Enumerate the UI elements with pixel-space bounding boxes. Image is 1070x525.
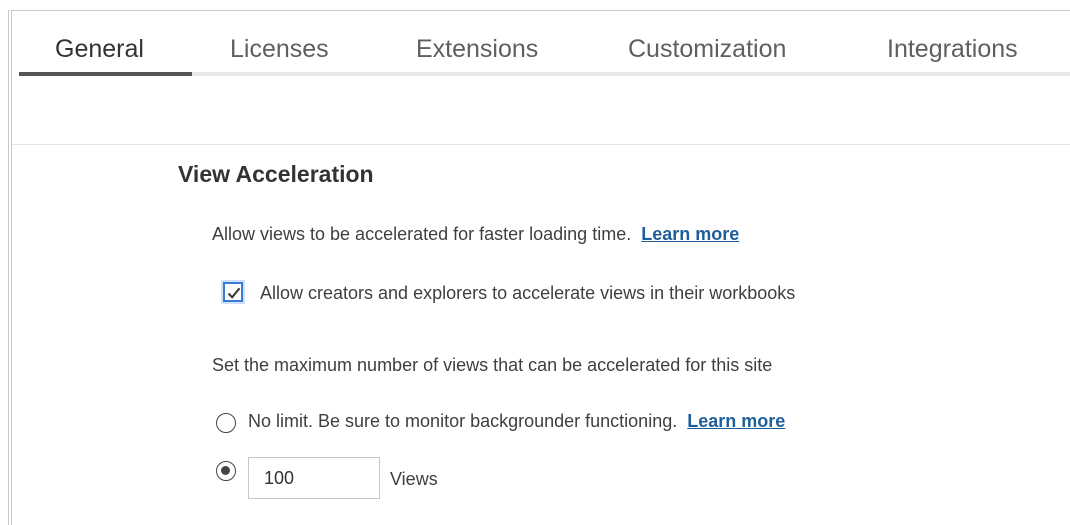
limit-radio[interactable] [216,461,236,481]
tab-extensions[interactable]: Extensions [416,30,538,68]
tab-integrations[interactable]: Integrations [887,30,1018,68]
window-top-border [12,10,1070,11]
checkmark-icon [227,287,241,299]
tab-customization[interactable]: Customization [628,30,786,68]
description-line: Allow views to be accelerated for faster… [212,221,739,247]
no-limit-option: No limit. Be sure to monitor backgrounde… [248,408,785,434]
description-text: Allow views to be accelerated for faster… [212,224,632,244]
backgrounder-learn-more-link[interactable]: Learn more [687,411,785,431]
window-left-border-outer [8,10,9,525]
views-limit-input[interactable] [248,457,380,499]
settings-tab-bar: General Licenses Extensions Customizatio… [19,30,1070,78]
views-unit-label: Views [390,469,438,489]
tab-licenses[interactable]: Licenses [230,30,329,68]
learn-more-link[interactable]: Learn more [641,224,739,244]
tab-general[interactable]: General [55,30,144,68]
section-title: View Acceleration [178,161,374,187]
no-limit-radio[interactable] [216,413,236,433]
max-views-prompt: Set the maximum number of views that can… [212,355,773,375]
checkbox-label: Allow creators and explorers to accelera… [260,283,796,303]
section-divider [12,144,1070,145]
accelerate-views-checkbox[interactable] [223,282,243,302]
active-tab-indicator [19,72,192,76]
radio-selected-dot [221,466,230,475]
window-left-border-inner [11,10,12,525]
no-limit-label: No limit. Be sure to monitor backgrounde… [248,411,678,431]
